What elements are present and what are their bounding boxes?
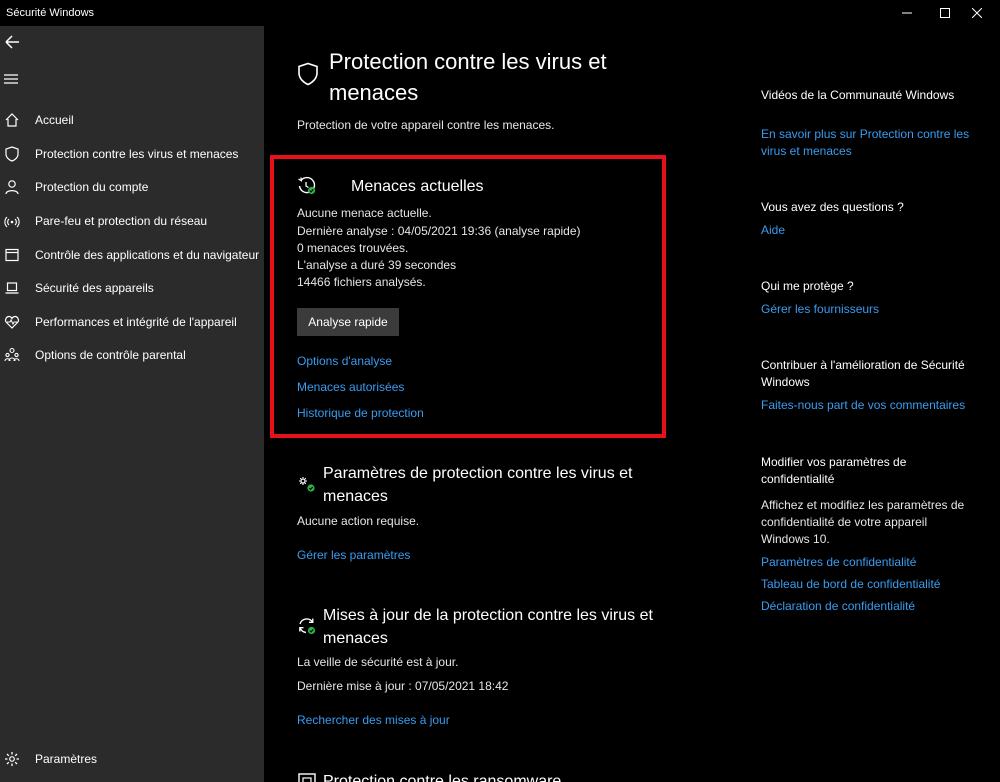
back-arrow-icon: [5, 35, 19, 49]
sidebar-item-firewall[interactable]: Pare-feu et protection du réseau: [0, 206, 264, 236]
feedback-link[interactable]: Faites-nous part de vos commentaires: [761, 397, 976, 414]
menu-button[interactable]: [3, 72, 19, 86]
gear-icon: [5, 752, 19, 766]
community-heading: Vidéos de la Communauté Windows: [761, 88, 955, 102]
privacy-dashboard-link[interactable]: Tableau de bord de confidentialité: [761, 576, 976, 593]
who-protects-heading: Qui me protège ?: [761, 279, 854, 293]
laptop-icon: [5, 282, 19, 294]
sidebar-item-home[interactable]: Accueil: [0, 105, 264, 135]
questions-heading: Vous avez des questions ?: [761, 200, 904, 214]
scan-options-link[interactable]: Options d'analyse: [297, 354, 392, 368]
home-icon: [5, 113, 19, 127]
sidebar-item-label: Pare-feu et protection du réseau: [35, 214, 208, 228]
section-title-protection-settings: Paramètres de protection contre les viru…: [323, 465, 633, 505]
scan-duration-text: L'analyse a duré 39 secondes: [297, 258, 457, 272]
quick-scan-button[interactable]: Analyse rapide: [297, 308, 399, 336]
heart-icon: [5, 315, 19, 329]
close-icon: [972, 8, 982, 18]
title-bar: Sécurité Windows: [0, 0, 1000, 26]
section-title-protection-updates: Mises à jour de la protection contre les…: [323, 607, 653, 647]
sidebar-item-account-protection[interactable]: Protection du compte: [0, 172, 264, 202]
sidebar-item-device-performance[interactable]: Performances et intégrité de l'appareil: [0, 307, 264, 337]
learn-more-link[interactable]: En savoir plus sur Protection contre les…: [761, 126, 976, 160]
shield-icon: [5, 146, 19, 162]
sidebar-item-family-options[interactable]: Options de contrôle parental: [0, 340, 264, 370]
last-scan-text: Dernière analyse : 04/05/2021 19:36 (ana…: [297, 224, 581, 238]
page-subtitle: Protection de votre appareil contre les …: [297, 118, 555, 132]
sidebar-item-label: Performances et intégrité de l'appareil: [35, 315, 237, 329]
ransomware-folder-icon: [298, 773, 316, 782]
main-content: Protection contre les virus et menaces P…: [264, 26, 1000, 782]
sidebar-item-settings[interactable]: Paramètres: [0, 744, 264, 774]
refresh-icon: [299, 618, 316, 635]
sidebar-item-label: Protection contre les virus et menaces: [35, 147, 239, 161]
privacy-settings-link[interactable]: Paramètres de confidentialité: [761, 554, 976, 571]
threats-found-text: 0 menaces trouvées.: [297, 241, 409, 255]
maximize-icon: [940, 8, 950, 18]
back-button[interactable]: [2, 32, 22, 52]
sidebar-item-label: Sécurité des appareils: [35, 281, 154, 295]
section-title-current-threats: Menaces actuelles: [351, 178, 484, 195]
shield-icon: [298, 62, 318, 86]
updates-status: La veille de sécurité est à jour.: [297, 655, 459, 669]
threat-status: Aucune menace actuelle.: [297, 206, 432, 220]
sidebar-item-label: Protection du compte: [35, 180, 149, 194]
sidebar-item-label: Accueil: [35, 113, 74, 127]
manage-settings-link[interactable]: Gérer les paramètres: [297, 548, 410, 562]
hamburger-icon: [4, 74, 18, 84]
person-icon: [5, 180, 19, 195]
sidebar-item-device-security[interactable]: Sécurité des appareils: [0, 273, 264, 303]
minimize-icon: [902, 12, 912, 14]
last-update-text: Dernière mise à jour : 07/05/2021 18:42: [297, 679, 509, 693]
contribute-heading: Contribuer à l'amélioration de Sécurité …: [761, 358, 965, 389]
privacy-statement-link[interactable]: Déclaration de confidentialité: [761, 598, 976, 615]
family-icon: [4, 347, 20, 362]
settings-gears-icon: [299, 477, 315, 492]
sidebar-item-label: Options de contrôle parental: [35, 348, 186, 362]
sidebar: Accueil Protection contre les virus et m…: [0, 26, 264, 782]
manage-providers-link[interactable]: Gérer les fournisseurs: [761, 301, 976, 318]
settings-status: Aucune action requise.: [297, 514, 420, 528]
help-link[interactable]: Aide: [761, 222, 976, 239]
sidebar-item-label: Paramètres: [35, 752, 98, 766]
close-button[interactable]: [954, 0, 1000, 26]
window-title: Sécurité Windows: [6, 7, 95, 19]
history-clock-icon: [298, 176, 316, 195]
allowed-threats-link[interactable]: Menaces autorisées: [297, 380, 404, 394]
privacy-heading: Modifier vos paramètres de confidentiali…: [761, 455, 907, 486]
sidebar-item-app-browser-control[interactable]: Contrôle des applications et du navigate…: [0, 240, 264, 270]
section-title-ransomware: Protection contre les ransomware: [323, 773, 562, 782]
page-title: Protection contre les virus et menaces: [329, 49, 607, 105]
sidebar-item-label: Contrôle des applications et du navigate…: [35, 248, 260, 262]
files-scanned-text: 14466 fichiers analysés.: [297, 275, 426, 289]
protection-history-link[interactable]: Historique de protection: [297, 406, 424, 420]
check-updates-link[interactable]: Rechercher des mises à jour: [297, 713, 450, 727]
wifi-icon: [4, 216, 20, 228]
sidebar-item-virus-protection[interactable]: Protection contre les virus et menaces: [0, 139, 264, 169]
privacy-text: Affichez et modifiez les paramètres de c…: [761, 498, 965, 546]
app-window-icon: [5, 248, 19, 262]
